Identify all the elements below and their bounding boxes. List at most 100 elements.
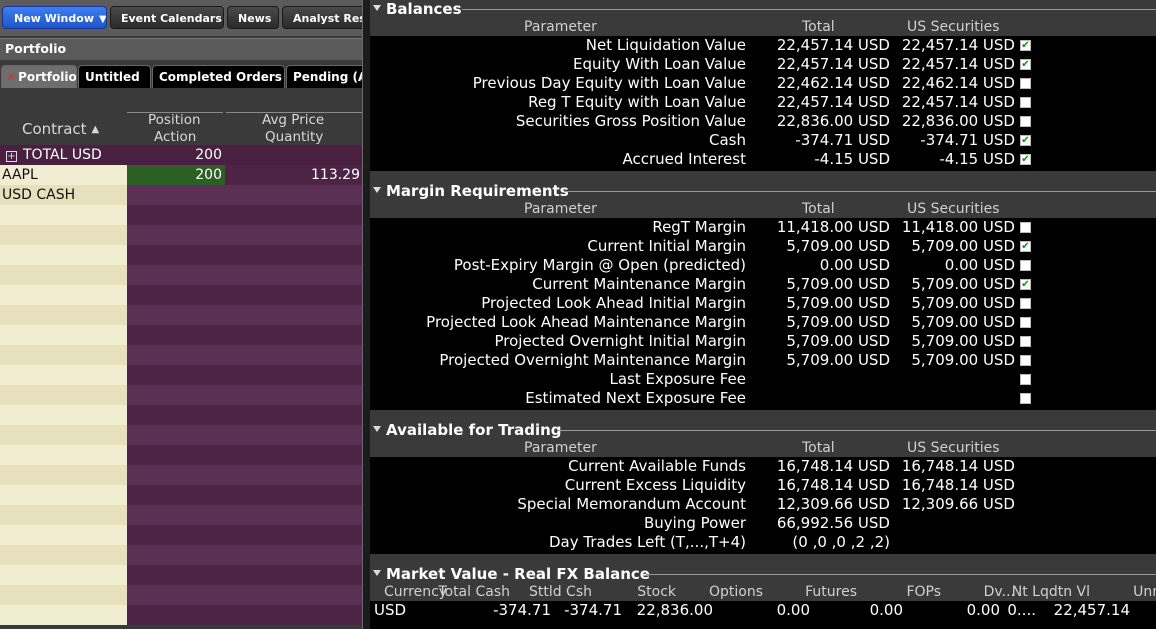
table-row[interactable] [0, 285, 362, 305]
unchecked-checkbox[interactable] [1020, 116, 1031, 127]
table-row[interactable] [0, 305, 362, 325]
event-calendars-button[interactable]: Event Calendars [110, 6, 224, 29]
checked-checkbox[interactable]: ✔ [1020, 59, 1031, 70]
section-trading-header[interactable]: Available for Trading [370, 421, 1156, 439]
table-row[interactable]: Current Excess Liquidity 16,748.14 USD 1… [370, 476, 1156, 495]
checked-checkbox[interactable]: ✔ [1020, 154, 1031, 165]
avg-price-column-header[interactable]: Avg Price [262, 112, 324, 128]
table-row[interactable] [0, 245, 362, 265]
unchecked-checkbox[interactable] [1020, 298, 1031, 309]
table-row[interactable] [0, 505, 362, 525]
table-row[interactable] [0, 205, 362, 225]
news-button[interactable]: News [227, 6, 279, 29]
quantity-column-header[interactable]: Quantity [265, 129, 323, 145]
unchecked-checkbox[interactable] [1020, 355, 1031, 366]
market-column-header[interactable]: Total Cash [438, 583, 510, 601]
table-row[interactable]: Securities Gross Position Value 22,836.0… [370, 112, 1156, 131]
new-window-button[interactable]: New Window ▼ [2, 6, 107, 29]
market-column-header[interactable]: Unr [1133, 583, 1156, 601]
market-column-header[interactable]: Nt Lqdtn Vl [1012, 583, 1090, 601]
contract-cell[interactable]: + TOTAL USD [0, 145, 127, 165]
checked-checkbox[interactable]: ✔ [1020, 241, 1031, 252]
table-row[interactable] [0, 545, 362, 565]
unchecked-checkbox[interactable] [1020, 260, 1031, 271]
table-row[interactable] [0, 385, 362, 405]
table-row[interactable] [0, 445, 362, 465]
table-row[interactable]: + TOTAL USD 200 [0, 145, 362, 165]
table-row[interactable] [0, 345, 362, 365]
table-row[interactable]: Estimated Next Exposure Fee [370, 389, 1156, 408]
table-row[interactable]: Reg T Equity with Loan Value 22,457.14 U… [370, 93, 1156, 112]
table-row[interactable] [0, 365, 362, 385]
table-row[interactable] [0, 485, 362, 505]
table-row[interactable] [0, 225, 362, 245]
market-column-header[interactable]: Dv... [984, 583, 1015, 601]
unchecked-checkbox[interactable] [1020, 317, 1031, 328]
table-row[interactable]: Projected Look Ahead Initial Margin 5,70… [370, 294, 1156, 313]
tab-portfolio[interactable]: ✕ Portfolio [1, 65, 77, 89]
table-row[interactable]: Last Exposure Fee [370, 370, 1156, 389]
avg-price-cell[interactable]: 113.29 [225, 165, 362, 185]
table-row[interactable]: Projected Look Ahead Maintenance Margin … [370, 313, 1156, 332]
collapse-icon[interactable] [373, 187, 381, 193]
table-row[interactable]: Projected Overnight Maintenance Margin 5… [370, 351, 1156, 370]
expand-icon[interactable]: + [6, 151, 17, 162]
tab-completed-orders[interactable]: Completed Orders [152, 65, 285, 89]
unchecked-checkbox[interactable] [1020, 374, 1031, 385]
section-margin-header[interactable]: Margin Requirements [370, 182, 1156, 200]
unchecked-checkbox[interactable] [1020, 222, 1031, 233]
unchecked-checkbox[interactable] [1020, 336, 1031, 347]
section-balances-header[interactable]: Balances [370, 0, 1156, 18]
checked-checkbox[interactable]: ✔ [1020, 40, 1031, 51]
unchecked-checkbox[interactable] [1020, 78, 1031, 89]
market-column-header[interactable]: Stock [637, 583, 676, 601]
section-market-header[interactable]: Market Value - Real FX Balance [370, 565, 1156, 583]
table-row[interactable] [0, 565, 362, 585]
position-column-header[interactable]: Position [148, 112, 201, 128]
analyst-research-button[interactable]: Analyst Rese [282, 6, 362, 29]
avg-price-cell[interactable] [225, 185, 362, 205]
market-column-header[interactable]: Futures [805, 583, 857, 601]
market-column-header[interactable]: Options [709, 583, 763, 601]
table-row[interactable]: USD CASH [0, 185, 362, 205]
table-row[interactable]: AAPL 200 113.29 [0, 165, 362, 185]
unchecked-checkbox[interactable] [1020, 97, 1031, 108]
panel-splitter[interactable] [362, 0, 370, 629]
table-row[interactable] [0, 405, 362, 425]
tab-pending[interactable]: Pending (All [286, 65, 362, 89]
table-row[interactable]: Day Trades Left (T,...,T+4) (0 ,0 ,0 ,2 … [370, 533, 1156, 552]
table-row[interactable] [0, 425, 362, 445]
table-row[interactable]: Current Maintenance Margin 5,709.00 USD … [370, 275, 1156, 294]
action-column-header[interactable]: Action [154, 129, 196, 145]
contract-cell[interactable]: AAPL [0, 165, 127, 185]
table-row[interactable]: Post-Expiry Margin @ Open (predicted) 0.… [370, 256, 1156, 275]
avg-price-cell[interactable] [225, 145, 362, 165]
table-row[interactable]: Equity With Loan Value 22,457.14 USD 22,… [370, 55, 1156, 74]
table-row[interactable] [0, 325, 362, 345]
table-row[interactable] [0, 605, 362, 625]
table-row[interactable]: Special Memorandum Account 12,309.66 USD… [370, 495, 1156, 514]
position-cell[interactable] [127, 185, 225, 205]
unchecked-checkbox[interactable] [1020, 393, 1031, 404]
table-row[interactable]: Cash -374.71 USD -374.71 USD ✔ [370, 131, 1156, 150]
table-row[interactable] [0, 585, 362, 605]
table-row[interactable]: Net Liquidation Value 22,457.14 USD 22,4… [370, 36, 1156, 55]
contract-cell[interactable]: USD CASH [0, 185, 127, 205]
position-cell[interactable]: 200 [127, 145, 225, 165]
table-row[interactable]: Previous Day Equity with Loan Value 22,4… [370, 74, 1156, 93]
table-row[interactable]: Buying Power 66,992.56 USD [370, 514, 1156, 533]
contract-column-header[interactable]: Contract ▲ [22, 120, 99, 138]
table-row[interactable] [0, 265, 362, 285]
table-row[interactable]: RegT Margin 11,418.00 USD 11,418.00 USD [370, 218, 1156, 237]
collapse-icon[interactable] [373, 570, 381, 576]
market-column-header[interactable]: FOPs [906, 583, 941, 601]
table-row[interactable]: Projected Overnight Initial Margin 5,709… [370, 332, 1156, 351]
position-cell[interactable]: 200 [127, 165, 225, 185]
table-row[interactable] [0, 465, 362, 485]
checked-checkbox[interactable]: ✔ [1020, 279, 1031, 290]
market-column-header[interactable]: Sttld Csh [529, 583, 592, 601]
tab-untitled[interactable]: Untitled [78, 65, 151, 89]
table-row[interactable]: USD -374.71 -374.71 22,836.00 0.00 0.00 0.00 0.… [370, 601, 1156, 620]
collapse-icon[interactable] [373, 5, 381, 11]
checked-checkbox[interactable]: ✔ [1020, 135, 1031, 146]
